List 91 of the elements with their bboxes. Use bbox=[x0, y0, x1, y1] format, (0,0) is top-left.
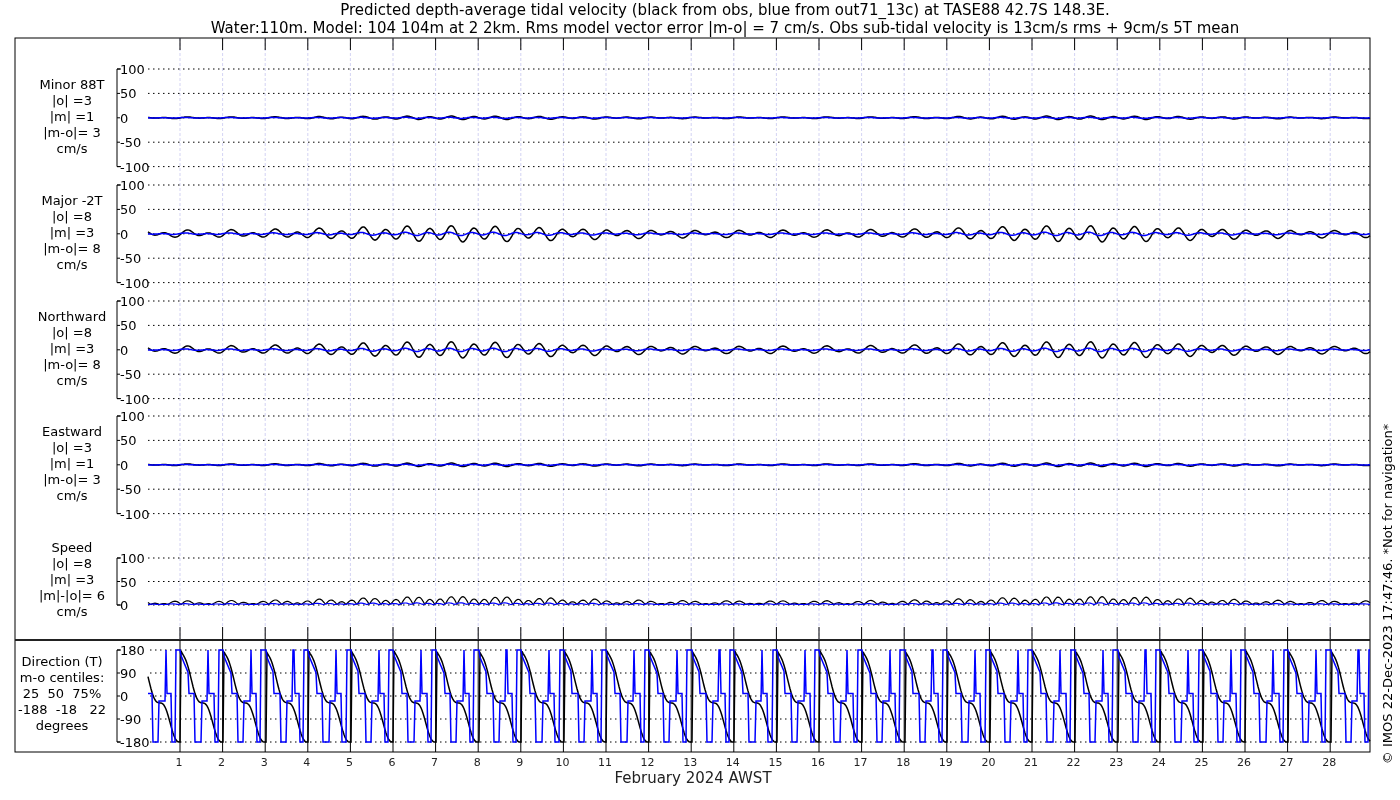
axis-tick-label: 50 bbox=[120, 318, 137, 334]
axis-tick-label: 50 bbox=[120, 574, 137, 590]
axis-tick-label: 180 bbox=[120, 643, 145, 658]
day-tick-label: 14 bbox=[725, 756, 740, 769]
day-tick-label: 6 bbox=[388, 756, 396, 769]
panel-label: cm/s bbox=[56, 488, 88, 503]
day-tick-label: 11 bbox=[598, 756, 612, 769]
axis-tick-label: -50 bbox=[120, 482, 142, 498]
day-tick-label: 19 bbox=[938, 756, 953, 769]
axis-tick-label: 50 bbox=[120, 433, 137, 449]
chart-title: Water:110m. Model: 104 104m at 2 2km. Rms model vector error |m-o| = 7 cm/s. Obs sub-tidal velocity is 13cm/s rms + 9cm/s 5T mean bbox=[210, 19, 1240, 37]
day-tick-label: 7 bbox=[431, 756, 439, 769]
day-tick-label: 26 bbox=[1237, 756, 1251, 769]
panel-label: cm/s bbox=[56, 604, 88, 619]
panel-label: |m| =3 bbox=[49, 341, 95, 356]
panel-label: cm/s bbox=[56, 373, 88, 388]
axis-tick-label: 0 bbox=[120, 342, 129, 358]
panel-label: cm/s bbox=[56, 141, 88, 156]
panel-label: |m-o|= 8 bbox=[43, 241, 101, 256]
axis-tick-label: -50 bbox=[120, 367, 142, 383]
day-tick-label: 9 bbox=[516, 756, 524, 769]
panel-label: |m-o|= 3 bbox=[43, 125, 101, 140]
panel-label: |o| =3 bbox=[52, 440, 92, 455]
axis-tick-label: 0 bbox=[120, 457, 129, 473]
day-tick-label: 3 bbox=[260, 756, 268, 769]
y-axis bbox=[116, 557, 122, 606]
day-tick-label: 4 bbox=[303, 756, 311, 769]
axis-tick-label: -90 bbox=[120, 712, 142, 727]
axis-tick-label: 0 bbox=[120, 689, 129, 704]
panel-label: |o| =8 bbox=[52, 209, 92, 224]
axis-tick-label: 0 bbox=[120, 110, 129, 126]
axis-tick-label: 100 bbox=[120, 551, 145, 566]
day-tick-label: 20 bbox=[981, 756, 996, 769]
axis-tick-label: -100 bbox=[120, 506, 150, 522]
axis-tick-label: 100 bbox=[120, 62, 145, 77]
day-tick-label: 8 bbox=[473, 756, 481, 769]
panel-label: |o| =8 bbox=[52, 556, 92, 571]
day-tick-label: 2 bbox=[218, 756, 226, 769]
panel-label: Speed bbox=[51, 540, 93, 555]
day-tick-label: 18 bbox=[896, 756, 911, 769]
panel-label: -188 -18 22 bbox=[18, 702, 106, 717]
day-tick-label: 27 bbox=[1279, 756, 1294, 769]
day-tick-label: 1 bbox=[175, 756, 183, 769]
copyright-notice: © IMOS 22-Dec-2023 17:47:46. *Not for navigation* bbox=[1380, 423, 1395, 765]
panel-label: |m| =1 bbox=[49, 456, 95, 471]
panel-label: |m| =1 bbox=[49, 109, 95, 124]
panel-label: degrees bbox=[35, 718, 89, 733]
panel-label: |m| =3 bbox=[49, 225, 95, 240]
day-tick-label: 13 bbox=[683, 756, 698, 769]
axis-tick-label: 90 bbox=[120, 666, 137, 681]
panel-label: 25 50 75% bbox=[22, 686, 102, 701]
day-tick-label: 28 bbox=[1322, 756, 1337, 769]
day-tick-label: 25 bbox=[1194, 756, 1209, 769]
day-tick-label: 5 bbox=[345, 756, 353, 769]
axis-tick-label: -50 bbox=[120, 251, 142, 267]
day-tick-label: 17 bbox=[853, 756, 868, 769]
day-tick-label: 23 bbox=[1109, 756, 1124, 769]
day-tick-label: 12 bbox=[640, 756, 655, 769]
day-tick-label: 16 bbox=[811, 756, 825, 769]
chart-title: Predicted depth-average tidal velocity (black from obs, blue from out71_13c) at TASE88 42.7S 148.3E. bbox=[340, 1, 1110, 19]
panel-label: |m-o|= 8 bbox=[43, 357, 101, 372]
panel-label: |m|-|o|= 6 bbox=[38, 588, 106, 603]
day-tick-label: 10 bbox=[555, 756, 570, 769]
panel-label: |o| =8 bbox=[52, 325, 92, 340]
panel-label: |o| =3 bbox=[52, 93, 92, 108]
axis-tick-label: -100 bbox=[120, 275, 150, 291]
axis-tick-label: 0 bbox=[120, 226, 129, 242]
panel-label: Northward bbox=[37, 309, 107, 324]
axis-tick-label: -50 bbox=[120, 135, 142, 151]
panel-label: cm/s bbox=[56, 257, 88, 272]
day-tick-label: 15 bbox=[768, 756, 783, 769]
axis-tick-label: 100 bbox=[120, 178, 145, 193]
axis-tick-label: 100 bbox=[120, 409, 145, 424]
day-tick-label: 24 bbox=[1151, 756, 1166, 769]
axis-tick-label: -100 bbox=[120, 391, 150, 407]
x-axis-label: February 2024 AWST bbox=[614, 769, 772, 787]
axis-tick-label: 50 bbox=[120, 86, 137, 102]
panel-label: Major -2T bbox=[41, 193, 103, 208]
day-tick-label: 21 bbox=[1024, 756, 1038, 769]
panel-label: m-o centiles: bbox=[19, 670, 105, 685]
axis-tick-label: -180 bbox=[120, 735, 150, 750]
panel-label: Direction (T) bbox=[21, 654, 103, 669]
axis-tick-label: 0 bbox=[120, 598, 129, 613]
panel-label: Minor 88T bbox=[39, 77, 105, 92]
axis-tick-label: 100 bbox=[120, 294, 145, 309]
axis-tick-label: -100 bbox=[120, 159, 150, 175]
panel-label: Eastward bbox=[42, 424, 102, 439]
panel-label: |m| =3 bbox=[49, 572, 95, 587]
day-tick-label: 22 bbox=[1066, 756, 1081, 769]
axis-tick-label: 50 bbox=[120, 202, 137, 218]
panel-label: |m-o|= 3 bbox=[43, 472, 101, 487]
